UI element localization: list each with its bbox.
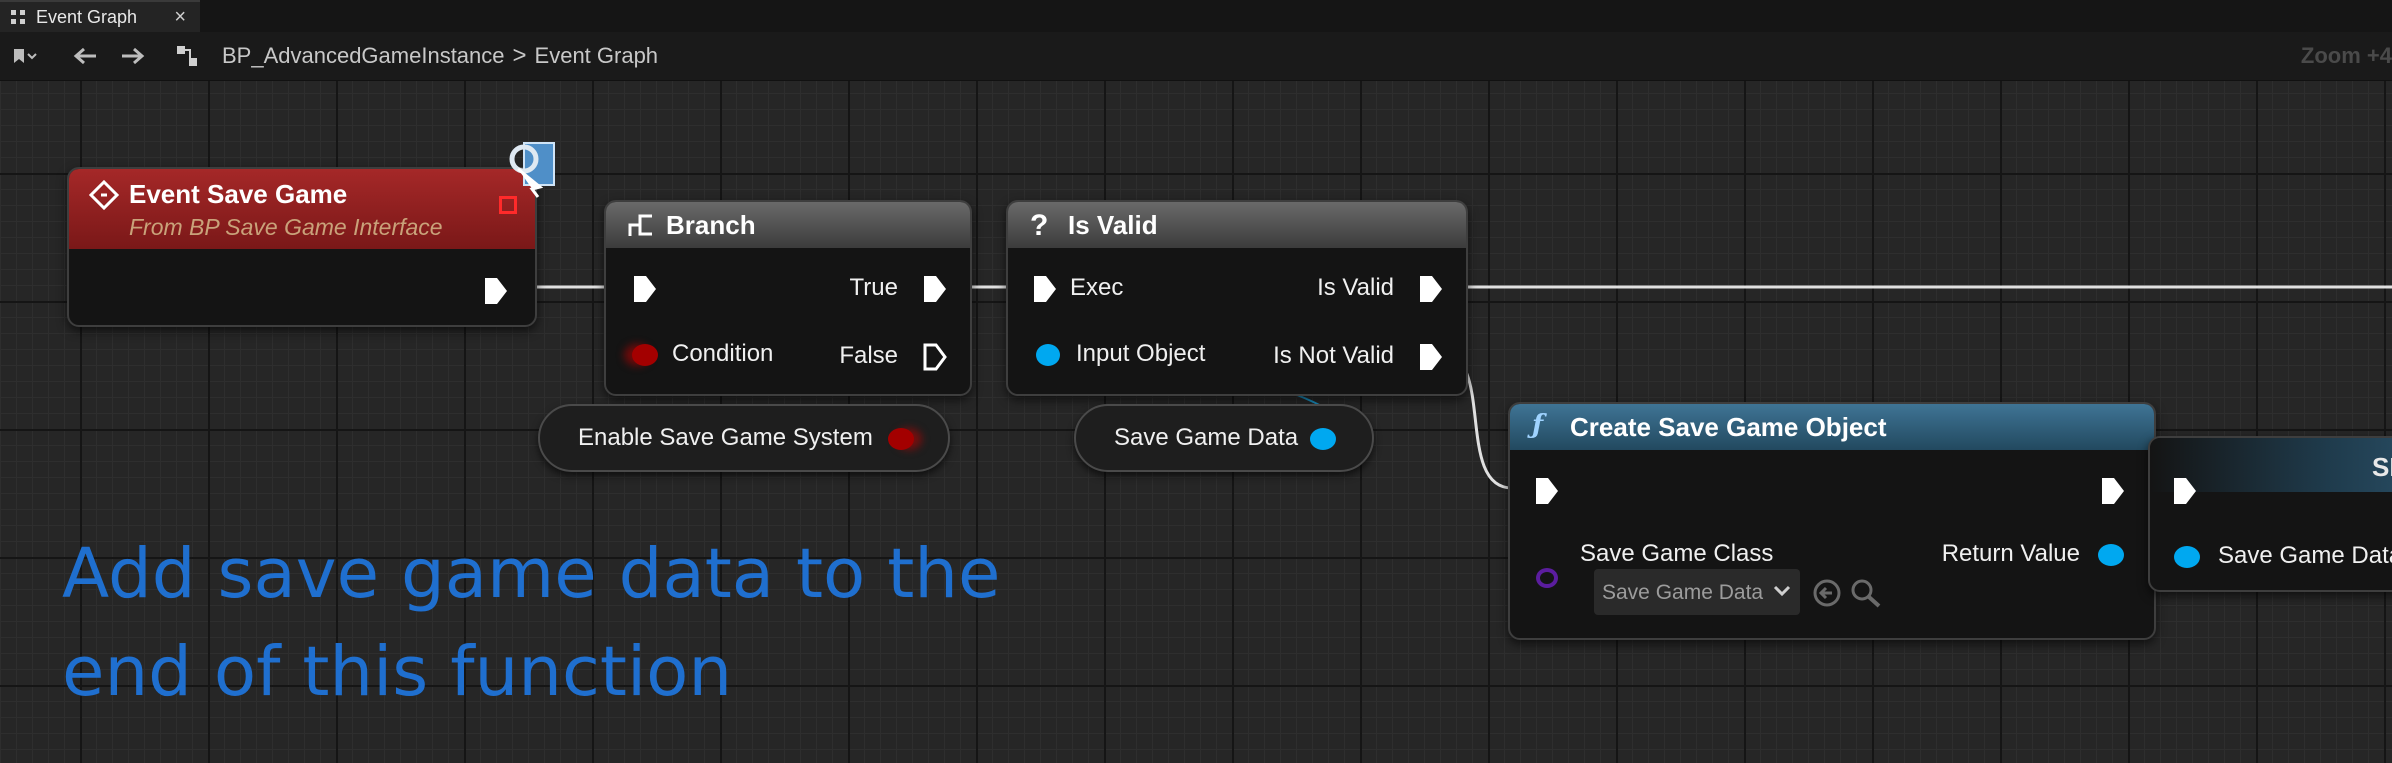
pin-input-object-label: Input Object — [1076, 340, 1206, 367]
set-variable-node[interactable]: SET Save Game Data — [2148, 436, 2392, 592]
event-save-game-node[interactable]: Event Save Game From BP Save Game Interf… — [67, 167, 537, 327]
chevron-down-icon — [1773, 585, 1791, 597]
pin-condition-label: Condition — [672, 340, 774, 367]
exec-out-pin[interactable] — [2100, 476, 2126, 506]
pin-save-game-class-label: Save Game Class — [1580, 540, 1774, 567]
exec-true-pin[interactable] — [922, 274, 948, 304]
pin-save-game-data-label: Save Game Data — [2218, 542, 2392, 569]
use-selected-asset-icon[interactable] — [1812, 578, 1842, 608]
node-title: Branch — [666, 210, 756, 240]
enable-save-game-system-variable[interactable]: Enable Save Game System — [538, 404, 950, 472]
exec-in-pin[interactable] — [1032, 274, 1058, 304]
node-title: Create Save Game Object — [1570, 412, 1887, 442]
class-input-pin[interactable] — [1536, 568, 1558, 588]
value-input-pin[interactable] — [2174, 546, 2200, 568]
comment-line-2: end of this function — [62, 632, 733, 712]
condition-pin[interactable] — [632, 344, 658, 366]
input-object-pin[interactable] — [1036, 344, 1060, 366]
exec-in-pin[interactable] — [1534, 476, 1560, 506]
variable-label: Enable Save Game System — [578, 424, 873, 451]
pin-is-valid-label: Is Valid — [1317, 274, 1394, 301]
interface-event-icon — [500, 139, 560, 199]
pin-is-not-valid-label: Is Not Valid — [1273, 342, 1394, 369]
return-value-pin[interactable] — [2098, 544, 2124, 566]
function-icon: ƒ — [1532, 410, 1544, 440]
node-title: Event Save Game — [129, 179, 348, 209]
comment-line-1: Add save game data to the — [62, 534, 1001, 614]
exec-out-pin[interactable] — [483, 276, 509, 306]
exec-is-valid-pin[interactable] — [1418, 274, 1444, 304]
pin-exec-label: Exec — [1070, 274, 1124, 301]
breakpoint-icon[interactable] — [499, 196, 517, 214]
object-output-pin[interactable] — [1310, 428, 1336, 450]
node-title: SET — [2372, 452, 2392, 482]
class-select-value: Save Game Data — [1602, 581, 1764, 604]
variable-label: Save Game Data — [1114, 424, 1299, 451]
exec-in-pin[interactable] — [632, 274, 658, 304]
save-game-class-select[interactable]: Save Game Data — [1594, 569, 1800, 615]
event-diamond-icon — [89, 180, 119, 210]
branch-icon — [628, 214, 652, 236]
browse-asset-icon[interactable] — [1850, 578, 1882, 608]
exec-is-not-valid-pin[interactable] — [1418, 342, 1444, 372]
exec-in-pin[interactable] — [2172, 476, 2198, 506]
node-subtitle: From BP Save Game Interface — [129, 214, 443, 240]
pin-return-value-label: Return Value — [1941, 540, 2080, 567]
branch-node[interactable]: Branch True Condition False — [604, 200, 972, 396]
exec-false-pin[interactable] — [922, 342, 948, 372]
save-game-data-variable[interactable]: Save Game Data — [1074, 404, 1374, 472]
bool-output-pin[interactable] — [888, 428, 914, 450]
graph-comment: Add save game data to the end of this fu… — [62, 525, 1062, 721]
question-icon: ? — [1030, 209, 1049, 242]
pin-true-label: True — [849, 274, 898, 301]
is-valid-node[interactable]: ? Is Valid Exec Is Valid Input Object Is… — [1006, 200, 1468, 396]
pin-false-label: False — [839, 342, 898, 369]
node-title: Is Valid — [1068, 210, 1158, 240]
